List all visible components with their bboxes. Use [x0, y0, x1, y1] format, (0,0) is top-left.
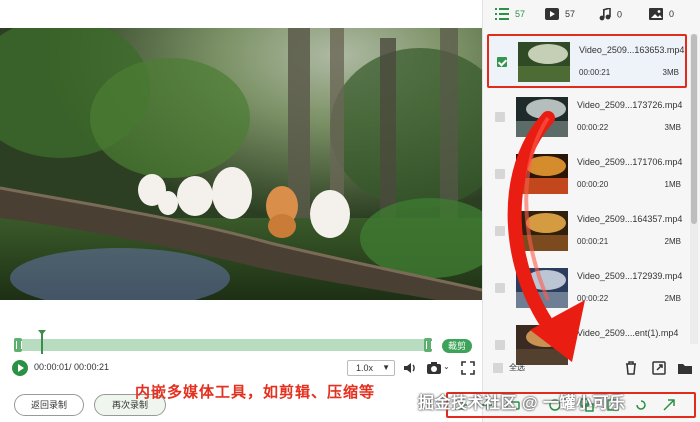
file-list-item[interactable]: Video_2509...173726.mp4 00:00:22 3MB	[487, 91, 687, 145]
camera-icon[interactable]	[426, 360, 442, 376]
timeline[interactable]: 裁剪	[0, 330, 482, 356]
file-list-item[interactable]: Video_2509...163653.mp4 00:00:21 3MB	[487, 34, 687, 88]
file-checkbox[interactable]	[495, 283, 505, 293]
video-preview[interactable]	[0, 28, 482, 300]
file-thumbnail	[516, 211, 568, 251]
file-name: Video_2509...171706.mp4	[577, 157, 683, 167]
scrollbar-thumb[interactable]	[691, 34, 697, 224]
speed-select[interactable]: 1.0x ▼	[347, 360, 395, 376]
file-duration: 00:00:20	[577, 180, 609, 189]
video-frame-image	[0, 28, 482, 300]
trash-icon[interactable]	[623, 360, 639, 376]
file-panel: 57 57 0 0 Video_2509...163653.mp4 00:00:2…	[482, 0, 700, 422]
file-thumbnail	[516, 268, 568, 308]
file-size: 3MB	[662, 68, 679, 77]
share-icon[interactable]	[662, 398, 676, 412]
file-checkbox[interactable]	[497, 57, 507, 67]
playhead[interactable]	[38, 330, 46, 354]
filter-bar: 57 57 0 0	[483, 0, 700, 32]
file-checkbox[interactable]	[495, 226, 505, 236]
file-name: Video_2509...173726.mp4	[577, 100, 683, 110]
file-thumbnail	[516, 154, 568, 194]
music-icon	[599, 8, 611, 21]
camera-dropdown-icon[interactable]: ⌄	[443, 362, 450, 371]
file-name: Video_2509...164357.mp4	[577, 214, 683, 224]
export-icon[interactable]	[651, 360, 667, 376]
filter-audio-count: 0	[617, 9, 623, 20]
file-name: Video_2509...163653.mp4	[579, 45, 685, 55]
timecode: 00:00:01/ 00:00:21	[34, 362, 110, 372]
play-button[interactable]	[12, 360, 28, 376]
file-thumbnail	[516, 97, 568, 137]
select-all[interactable]: 全选	[493, 362, 525, 373]
fullscreen-icon[interactable]	[460, 360, 476, 376]
select-all-label: 全选	[509, 363, 525, 372]
chevron-down-icon: ▼	[382, 363, 390, 372]
file-checkbox[interactable]	[495, 112, 505, 122]
rotate-icon[interactable]	[634, 398, 648, 412]
trim-start-handle[interactable]	[14, 338, 22, 352]
list-icon	[495, 8, 509, 20]
timeline-track[interactable]	[14, 339, 432, 351]
promo-caption: 内嵌多媒体工具，如剪辑、压缩等	[135, 384, 376, 401]
file-duration: 00:00:22	[577, 123, 609, 132]
folder-icon[interactable]	[677, 360, 693, 376]
trim-button[interactable]: 裁剪	[442, 339, 472, 353]
filter-video[interactable]: 57	[545, 8, 575, 20]
video-icon	[545, 8, 559, 20]
preview-top-strip	[0, 0, 482, 28]
file-duration: 00:00:21	[579, 68, 611, 77]
file-list-item[interactable]: Video_2509...164357.mp4 00:00:21 2MB	[487, 205, 687, 259]
file-size: 1MB	[664, 180, 681, 189]
file-checkbox[interactable]	[495, 340, 505, 350]
image-icon	[649, 8, 663, 20]
file-size: 3MB	[664, 123, 681, 132]
filter-all-count: 57	[515, 9, 526, 19]
filter-image[interactable]: 0	[649, 8, 674, 20]
file-thumbnail	[516, 325, 568, 365]
filter-audio[interactable]: 0	[599, 8, 622, 21]
watermark: 掘金技术社区 @ 一罐小可乐	[418, 395, 626, 412]
file-thumbnail	[518, 42, 570, 82]
file-checkbox[interactable]	[495, 169, 505, 179]
back-to-record-button[interactable]: 返回录制	[14, 394, 84, 416]
file-list-item[interactable]: Video_2509...172939.mp4 00:00:22 2MB	[487, 262, 687, 316]
file-list-scrollbar[interactable]	[690, 34, 698, 344]
trim-end-handle[interactable]	[424, 338, 432, 352]
speed-value: 1.0x	[356, 363, 374, 373]
file-size: 2MB	[664, 237, 681, 246]
file-size: 2MB	[664, 294, 681, 303]
select-all-checkbox[interactable]	[493, 362, 503, 373]
file-name: Video_2509...172939.mp4	[577, 271, 683, 281]
filter-all[interactable]: 57	[495, 8, 525, 20]
volume-icon[interactable]	[402, 360, 418, 376]
file-duration: 00:00:22	[577, 294, 609, 303]
filter-video-count: 57	[565, 9, 576, 19]
file-name: Video_2509....ent(1).mp4	[577, 328, 679, 338]
filter-image-count: 0	[669, 9, 675, 19]
file-list-item[interactable]: Video_2509...171706.mp4 00:00:20 1MB	[487, 148, 687, 202]
player-controls: 00:00:01/ 00:00:21 1.0x ▼ ⌄	[0, 358, 482, 380]
file-duration: 00:00:21	[577, 237, 609, 246]
